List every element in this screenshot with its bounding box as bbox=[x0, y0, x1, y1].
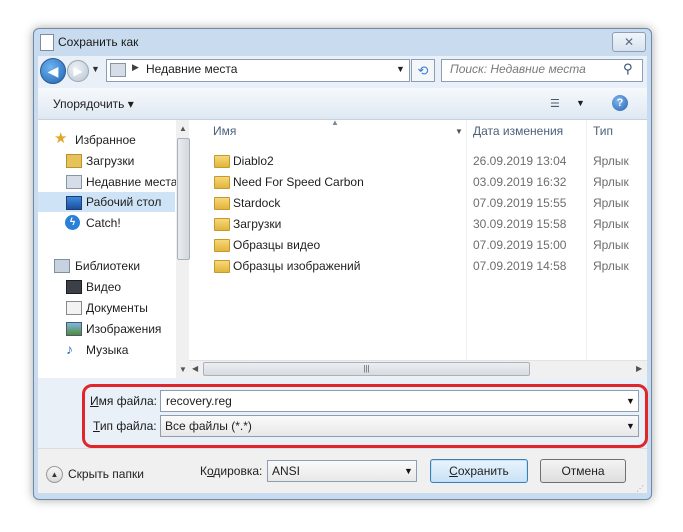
close-button[interactable]: ✕ bbox=[612, 32, 646, 52]
sidebar-item-recent-places[interactable]: Недавние места bbox=[86, 172, 177, 192]
file-name[interactable]: Need For Speed Carbon bbox=[233, 172, 364, 193]
sidebar-item-downloads[interactable]: Загрузки bbox=[86, 151, 134, 171]
scroll-up-icon[interactable]: ▲ bbox=[179, 124, 187, 133]
sidebar-scroll-thumb[interactable] bbox=[177, 138, 190, 260]
recent-pages-dropdown-icon[interactable]: ▼ bbox=[91, 64, 100, 74]
libraries-icon bbox=[54, 259, 70, 273]
column-divider[interactable] bbox=[466, 120, 467, 378]
scroll-left-icon[interactable]: ◀ bbox=[192, 364, 198, 373]
file-name[interactable]: Stardock bbox=[233, 193, 280, 214]
window-title: Сохранить как bbox=[58, 35, 139, 49]
sidebar-item-pictures[interactable]: Изображения bbox=[86, 319, 161, 339]
sidebar-item-music[interactable]: Музыка bbox=[86, 340, 128, 360]
folder-icon bbox=[214, 176, 230, 189]
help-icon[interactable]: ? bbox=[612, 95, 628, 111]
cancel-button[interactable]: Отмена bbox=[540, 459, 626, 483]
back-button[interactable]: ◀ bbox=[40, 58, 66, 84]
file-type: Ярлык bbox=[593, 238, 629, 252]
encoding-value[interactable]: ANSI bbox=[272, 464, 300, 478]
file-type: Ярлык bbox=[593, 217, 629, 231]
sidebar-item-desktop[interactable]: Рабочий стол bbox=[86, 192, 161, 212]
file-name[interactable]: Diablo2 bbox=[233, 151, 274, 172]
sidebar-item-video[interactable]: Видео bbox=[86, 277, 121, 297]
sidebar-item-libraries[interactable]: Библиотеки bbox=[75, 256, 140, 276]
sidebar-item-documents[interactable]: Документы bbox=[86, 298, 148, 318]
file-date: 07.09.2019 15:00 bbox=[473, 238, 567, 252]
horizontal-scroll-thumb[interactable]: ||| bbox=[203, 362, 530, 376]
file-name[interactable]: Образцы видео bbox=[233, 235, 320, 256]
collapse-arrow-icon[interactable]: ▲ bbox=[46, 466, 63, 483]
file-type: Ярлык bbox=[593, 175, 629, 189]
folder-icon bbox=[214, 155, 230, 168]
column-header-type[interactable]: Тип bbox=[593, 120, 613, 143]
file-type: Ярлык bbox=[593, 259, 629, 273]
column-header-name[interactable]: Имя bbox=[213, 120, 236, 143]
folder-icon bbox=[214, 197, 230, 210]
column-name-dropdown-icon[interactable]: ▼ bbox=[455, 127, 463, 136]
encoding-label: Кодировка: bbox=[200, 464, 263, 478]
documents-icon bbox=[66, 301, 82, 315]
file-name[interactable]: Образцы изображений bbox=[233, 256, 360, 277]
sort-ascending-icon: ▲ bbox=[331, 118, 339, 127]
folder-icon bbox=[214, 260, 230, 273]
scroll-right-icon[interactable]: ▶ bbox=[636, 364, 642, 373]
pictures-icon bbox=[66, 322, 82, 336]
recent-places-icon bbox=[66, 175, 82, 189]
search-icon[interactable]: ⚲ bbox=[623, 61, 633, 77]
address-dropdown-icon[interactable]: ▼ bbox=[396, 64, 405, 74]
file-type: Ярлык bbox=[593, 196, 629, 210]
star-icon: ★ bbox=[54, 130, 68, 147]
file-date: 26.09.2019 13:04 bbox=[473, 154, 567, 168]
file-date: 30.09.2019 15:58 bbox=[473, 217, 567, 231]
file-name[interactable]: Загрузки bbox=[233, 214, 281, 235]
desktop-icon bbox=[66, 196, 82, 210]
refresh-button[interactable]: ⟲ bbox=[411, 59, 435, 82]
dialog-icon bbox=[40, 34, 54, 51]
sidebar-item-favorites[interactable]: Избранное bbox=[75, 130, 136, 150]
red-highlight-annotation bbox=[82, 384, 648, 448]
music-icon: ♪ bbox=[66, 341, 73, 357]
views-dropdown-icon[interactable]: ▼ bbox=[576, 98, 585, 108]
file-date: 07.09.2019 14:58 bbox=[473, 259, 567, 273]
downloads-folder-icon bbox=[214, 218, 230, 231]
breadcrumb-arrow-icon[interactable]: ▶ bbox=[132, 62, 139, 73]
file-date: 03.09.2019 16:32 bbox=[473, 175, 567, 189]
column-divider[interactable] bbox=[586, 120, 587, 378]
video-icon bbox=[66, 280, 82, 294]
save-button[interactable]: Сохранить bbox=[430, 459, 528, 483]
views-icon[interactable]: ☰ bbox=[550, 97, 560, 110]
forward-button[interactable]: ▶ bbox=[67, 60, 89, 82]
address-text[interactable]: Недавние места bbox=[146, 62, 237, 76]
column-header-date[interactable]: Дата изменения bbox=[473, 120, 563, 143]
downloads-icon bbox=[66, 154, 82, 168]
organize-button[interactable]: Упорядочить ▾ bbox=[53, 97, 134, 111]
catch-icon: ϟ bbox=[65, 215, 80, 230]
resize-grip-icon[interactable]: ⋰ bbox=[636, 484, 644, 493]
hide-folders-button[interactable]: Скрыть папки bbox=[68, 467, 144, 481]
sidebar-item-catch[interactable]: Catch! bbox=[86, 213, 121, 233]
search-placeholder: Поиск: Недавние места bbox=[450, 62, 586, 76]
file-date: 07.09.2019 15:55 bbox=[473, 196, 567, 210]
scroll-down-icon[interactable]: ▼ bbox=[179, 365, 187, 374]
encoding-dropdown-icon[interactable]: ▼ bbox=[404, 466, 413, 476]
recent-places-icon bbox=[110, 63, 126, 77]
folder-icon bbox=[214, 239, 230, 252]
file-type: Ярлык bbox=[593, 154, 629, 168]
